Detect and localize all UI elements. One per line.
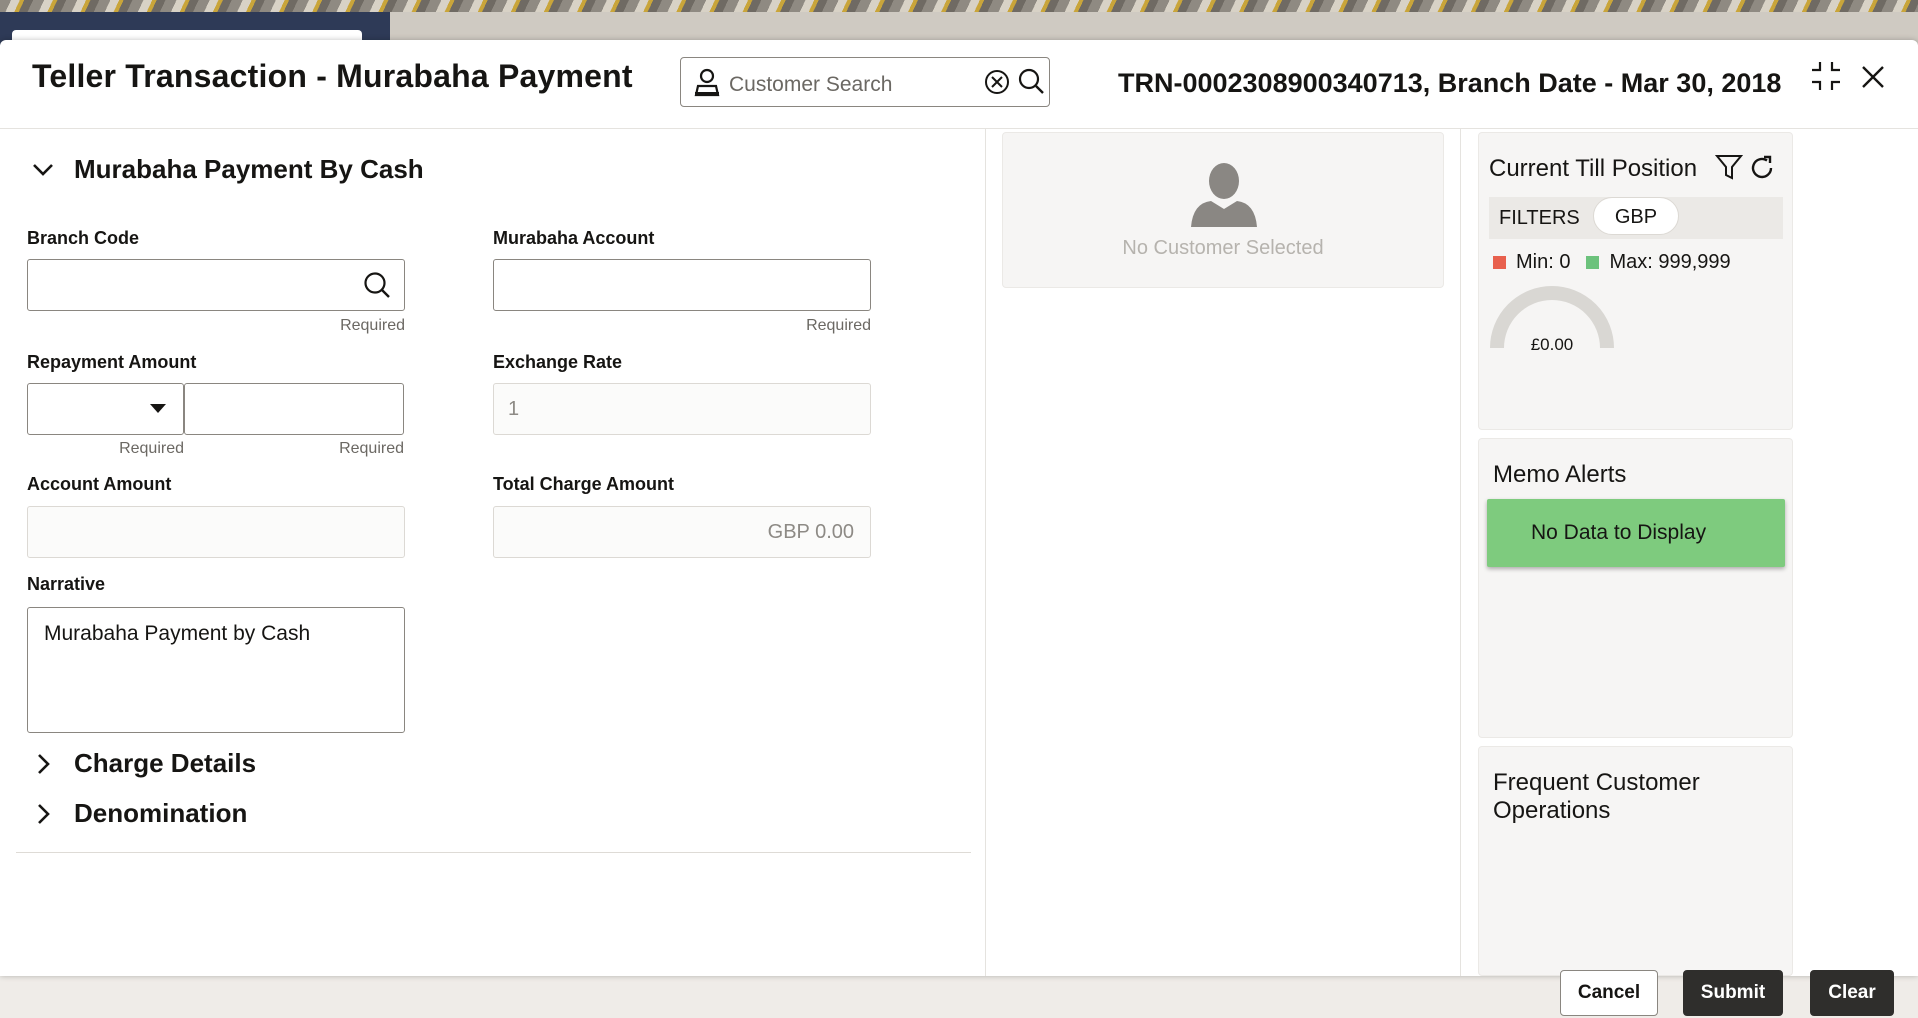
customer-search-box[interactable]: Customer Search bbox=[680, 57, 1050, 107]
dialog-header: Teller Transaction - Murabaha Payment Cu… bbox=[0, 40, 1918, 129]
till-position-panel: Current Till Position FILTERS GBP Min: 0… bbox=[1478, 132, 1793, 430]
teller-transaction-dialog: Teller Transaction - Murabaha Payment Cu… bbox=[0, 40, 1918, 976]
search-icon[interactable] bbox=[1017, 67, 1045, 95]
no-customer-message: No Customer Selected bbox=[1122, 237, 1324, 259]
transaction-form: Murabaha Payment By Cash Branch Code Req… bbox=[0, 128, 985, 976]
repayment-currency-select[interactable] bbox=[27, 383, 184, 435]
min-label: Min: 0 bbox=[1516, 251, 1571, 273]
total-charge-amount-field: GBP 0.00 bbox=[493, 506, 871, 558]
max-swatch bbox=[1586, 256, 1600, 269]
section-title: Murabaha Payment By Cash bbox=[74, 154, 424, 184]
repayment-amount-input[interactable] bbox=[184, 383, 404, 435]
exchange-rate-label: Exchange Rate bbox=[493, 352, 623, 372]
frequent-operations-title: Frequent Customer Operations bbox=[1493, 769, 1700, 824]
denomination-title: Denomination bbox=[74, 798, 248, 828]
murabaha-account-label: Murabaha Account bbox=[493, 228, 655, 248]
till-position-title: Current Till Position bbox=[1489, 155, 1698, 182]
repayment-amount-required: Required bbox=[339, 440, 404, 457]
murabaha-account-input[interactable] bbox=[493, 259, 871, 311]
branch-code-required: Required bbox=[340, 317, 405, 334]
memo-alerts-panel: Memo Alerts No Data to Display bbox=[1478, 438, 1793, 738]
background-wallpaper bbox=[0, 0, 1918, 12]
caret-down-icon bbox=[150, 404, 166, 413]
cancel-button[interactable]: Cancel bbox=[1560, 970, 1658, 1016]
section-murabaha-payment-by-cash[interactable]: Murabaha Payment By Cash bbox=[30, 154, 424, 185]
account-amount-field bbox=[27, 506, 405, 558]
customer-search-placeholder[interactable]: Customer Search bbox=[729, 73, 892, 97]
branch-code-input[interactable] bbox=[27, 259, 405, 311]
min-swatch bbox=[1493, 256, 1506, 269]
repayment-currency-required: Required bbox=[119, 440, 184, 457]
search-icon[interactable] bbox=[362, 270, 392, 300]
murabaha-account-required: Required bbox=[806, 317, 871, 334]
section-denomination[interactable]: Denomination bbox=[30, 798, 247, 829]
total-charge-amount-label: Total Charge Amount bbox=[493, 474, 674, 494]
frequent-operations-panel: Frequent Customer Operations bbox=[1478, 746, 1793, 976]
customer-card: No Customer Selected bbox=[1002, 132, 1444, 288]
charge-details-title: Charge Details bbox=[74, 748, 257, 778]
repayment-amount-label: Repayment Amount bbox=[27, 352, 197, 372]
chevron-right-icon[interactable] bbox=[30, 801, 56, 827]
section-charge-details[interactable]: Charge Details bbox=[30, 748, 256, 779]
submit-button[interactable]: Submit bbox=[1683, 970, 1783, 1016]
column-divider bbox=[985, 128, 986, 976]
transaction-reference: TRN-0002308900340713, Branch Date - Mar … bbox=[1118, 68, 1782, 98]
account-amount-label: Account Amount bbox=[27, 474, 172, 494]
collapse-icon[interactable] bbox=[1810, 60, 1842, 92]
max-label: Max: 999,999 bbox=[1609, 251, 1731, 273]
filters-label: FILTERS bbox=[1499, 207, 1580, 229]
chevron-right-icon[interactable] bbox=[30, 751, 56, 777]
currency-chip-gbp[interactable]: GBP bbox=[1593, 197, 1679, 235]
memo-no-data-banner: No Data to Display bbox=[1487, 499, 1785, 567]
exchange-rate-field: 1 bbox=[493, 383, 871, 435]
till-gauge-value: £0.00 bbox=[1530, 335, 1574, 354]
form-divider bbox=[16, 852, 971, 853]
narrative-textarea[interactable]: Murabaha Payment by Cash bbox=[27, 607, 405, 733]
branch-code-label: Branch Code bbox=[27, 228, 140, 248]
close-icon[interactable] bbox=[1860, 64, 1886, 90]
refresh-icon[interactable] bbox=[1749, 155, 1775, 181]
column-divider bbox=[1460, 128, 1461, 976]
chevron-down-icon[interactable] bbox=[30, 157, 56, 183]
page-title: Teller Transaction - Murabaha Payment bbox=[32, 58, 633, 94]
person-avatar-icon bbox=[1191, 163, 1257, 227]
clear-search-icon[interactable] bbox=[983, 68, 1011, 96]
clear-button[interactable]: Clear bbox=[1810, 970, 1894, 1016]
customer-icon bbox=[694, 68, 720, 97]
narrative-label: Narrative bbox=[27, 574, 106, 594]
memo-alerts-title: Memo Alerts bbox=[1493, 461, 1627, 488]
filter-icon[interactable] bbox=[1715, 153, 1743, 181]
till-filters-bar: FILTERS GBP bbox=[1489, 197, 1783, 239]
till-legend: Min: 0 Max: 999,999 bbox=[1493, 251, 1731, 274]
